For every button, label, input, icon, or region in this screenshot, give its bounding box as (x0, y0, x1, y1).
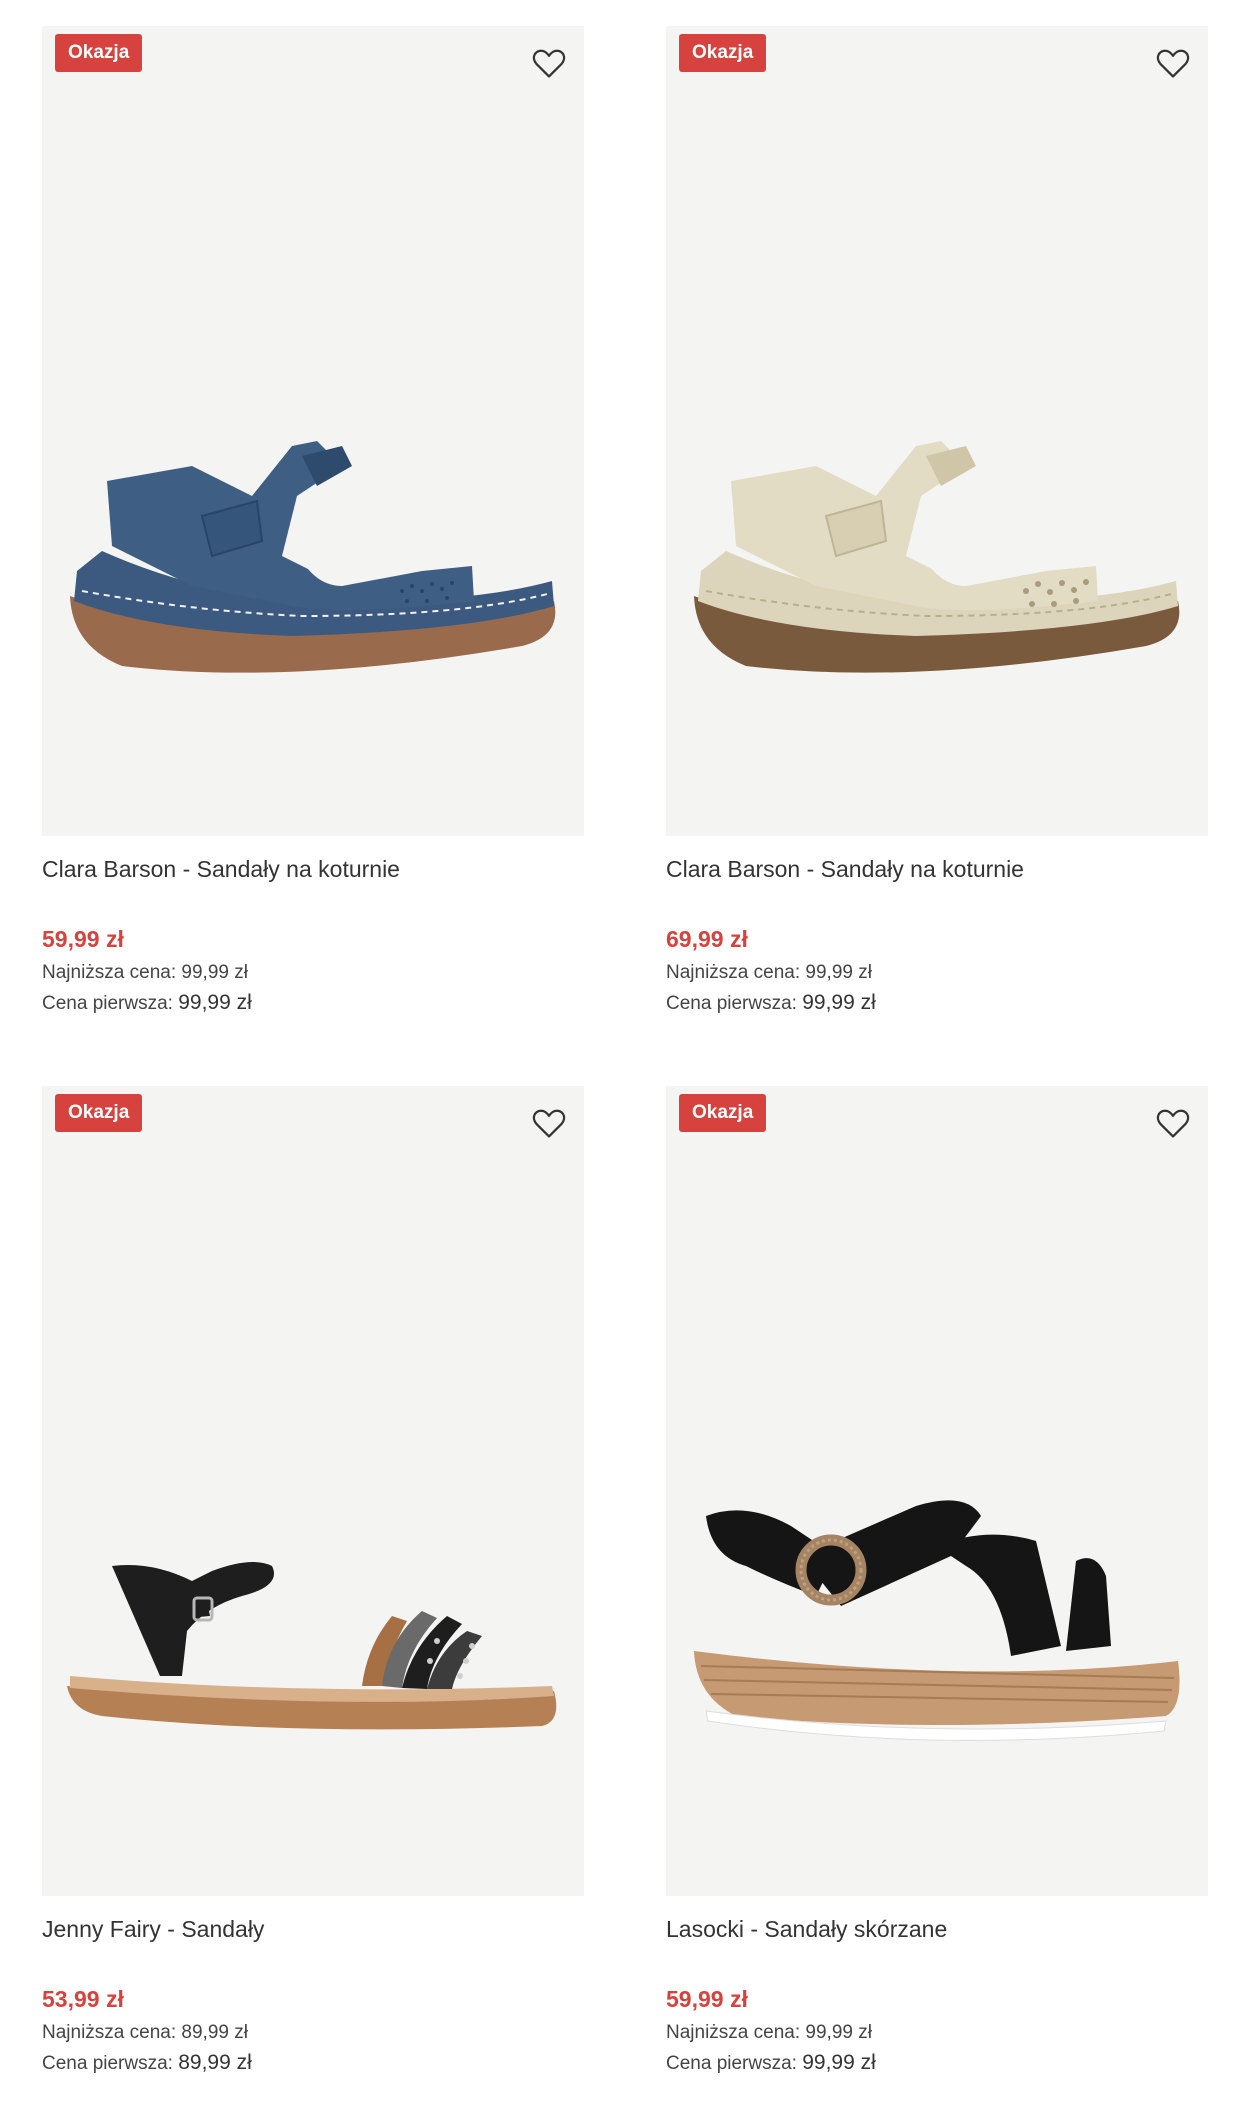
sale-badge: Okazja (55, 34, 143, 72)
beige-wedge-sandal-image (694, 441, 1180, 673)
product-image[interactable]: Okazja (42, 1086, 584, 1896)
original-price-value: 89,99 zł (178, 2051, 252, 2074)
lowest-price-label: Najniższa cena: (666, 2022, 801, 2043)
product-name[interactable]: Clara Barson - Sandały na koturnie (666, 854, 1208, 884)
original-price-value: 99,99 zł (802, 2051, 876, 2074)
product-image[interactable]: Okazja (42, 26, 584, 836)
original-price-label: Cena pierwsza: (666, 2053, 797, 2074)
product-name[interactable]: Jenny Fairy - Sandały (42, 1914, 584, 1944)
lowest-price-label: Najniższa cena: (42, 962, 177, 983)
product-card[interactable]: Okazja Clara Barson - Sandały na koturni… (666, 26, 1208, 1018)
original-price-value: 99,99 zł (802, 991, 876, 1014)
heart-outline-icon[interactable] (1152, 42, 1194, 84)
original-price: Cena pierwsza: 99,99 zł (666, 988, 1208, 1018)
product-image[interactable]: Okazja (666, 26, 1208, 836)
original-price: Cena pierwsza: 99,99 zł (666, 2048, 1208, 2078)
product-card[interactable]: Okazja Clara Barson - Sandały na koturni… (42, 26, 584, 1018)
heart-outline-icon[interactable] (1152, 1102, 1194, 1144)
product-name[interactable]: Lasocki - Sandały skórzane (666, 1914, 1208, 1944)
sale-price: 59,99 zł (666, 1986, 748, 2012)
lowest-price: Najniższa cena: 99,99 zł (42, 958, 584, 988)
product-card[interactable]: Okazja Jenny Fairy - Sandały 53,99 zł Na… (42, 1086, 584, 2078)
black-strappy-sandal-image (67, 1562, 557, 1730)
lowest-price-label: Najniższa cena: (42, 2022, 177, 2043)
lowest-price-label: Najniższa cena: (666, 962, 801, 983)
original-price-label: Cena pierwsza: (666, 993, 797, 1014)
sale-badge: Okazja (55, 1094, 143, 1132)
lowest-price: Najniższa cena: 89,99 zł (42, 2018, 584, 2048)
product-image[interactable]: Okazja (666, 1086, 1208, 1896)
sale-badge: Okazja (679, 1094, 767, 1132)
product-grid: Okazja Clara Barson - Sandały na koturni… (0, 0, 1250, 2123)
lowest-price-value: 89,99 zł (181, 2022, 248, 2043)
lowest-price: Najniższa cena: 99,99 zł (666, 958, 1208, 988)
lowest-price-value: 99,99 zł (181, 962, 248, 983)
sale-price: 69,99 zł (666, 926, 748, 952)
heart-outline-icon[interactable] (528, 42, 570, 84)
sale-price: 59,99 zł (42, 926, 124, 952)
original-price-value: 99,99 zł (178, 991, 252, 1014)
original-price-label: Cena pierwsza: (42, 2053, 173, 2074)
lowest-price: Najniższa cena: 99,99 zł (666, 2018, 1208, 2048)
original-price: Cena pierwsza: 99,99 zł (42, 988, 584, 1018)
sale-badge: Okazja (679, 34, 767, 72)
product-card[interactable]: Okazja Lasocki - Sandały skórzane 59,99 … (666, 1086, 1208, 2078)
sale-price: 53,99 zł (42, 1986, 124, 2012)
original-price: Cena pierwsza: 89,99 zł (42, 2048, 584, 2078)
lowest-price-value: 99,99 zł (805, 962, 872, 983)
product-name[interactable]: Clara Barson - Sandały na koturnie (42, 854, 584, 884)
lowest-price-value: 99,99 zł (805, 2022, 872, 2043)
heart-outline-icon[interactable] (528, 1102, 570, 1144)
black-buckle-sandal-image (694, 1500, 1180, 1741)
blue-wedge-sandal-image (70, 441, 556, 673)
original-price-label: Cena pierwsza: (42, 993, 173, 1014)
